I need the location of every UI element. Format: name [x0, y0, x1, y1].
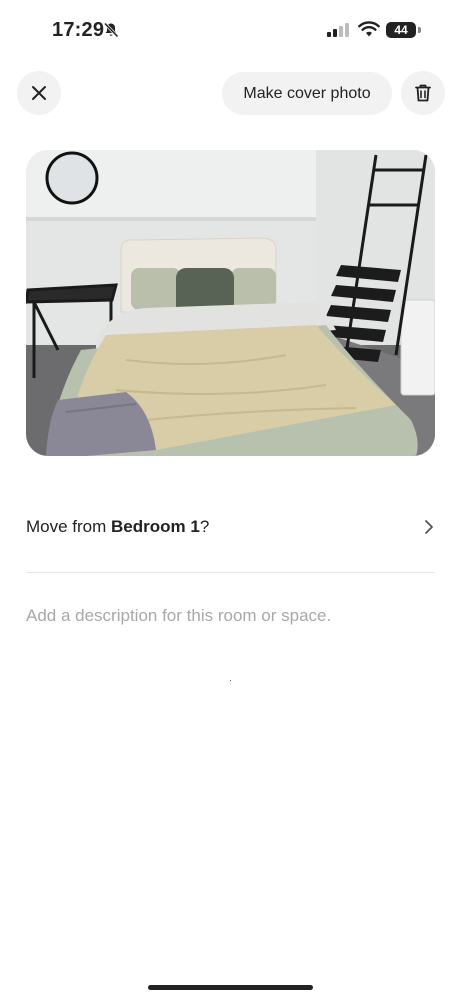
close-button[interactable] — [17, 71, 61, 115]
make-cover-photo-button[interactable]: Make cover photo — [222, 72, 392, 115]
cellular-signal-icon — [327, 23, 351, 42]
status-bar: 17:29 44 — [0, 0, 461, 62]
cursor-dot — [230, 680, 231, 681]
close-icon — [32, 86, 46, 100]
room-name: Bedroom 1 — [111, 517, 200, 536]
status-time: 17:29 — [52, 19, 105, 41]
chevron-right-icon — [425, 520, 433, 534]
wifi-icon — [358, 21, 380, 42]
bell-slash-icon — [103, 22, 119, 43]
trash-icon — [415, 84, 431, 102]
move-suffix: ? — [199, 517, 210, 536]
description-input[interactable]: Add a description for this room or space… — [26, 606, 435, 632]
battery-indicator: 44 — [386, 22, 416, 38]
battery-cap — [418, 27, 421, 33]
move-room-label: Move from Bedroom 1? — [26, 517, 209, 537]
divider — [26, 572, 435, 573]
move-room-row[interactable]: Move from Bedroom 1? — [26, 505, 435, 549]
home-indicator[interactable] — [148, 985, 313, 990]
room-photo[interactable] — [26, 150, 435, 456]
move-prefix: Move from — [26, 517, 112, 536]
delete-button[interactable] — [401, 71, 445, 115]
bedroom-photo-image — [26, 150, 435, 456]
